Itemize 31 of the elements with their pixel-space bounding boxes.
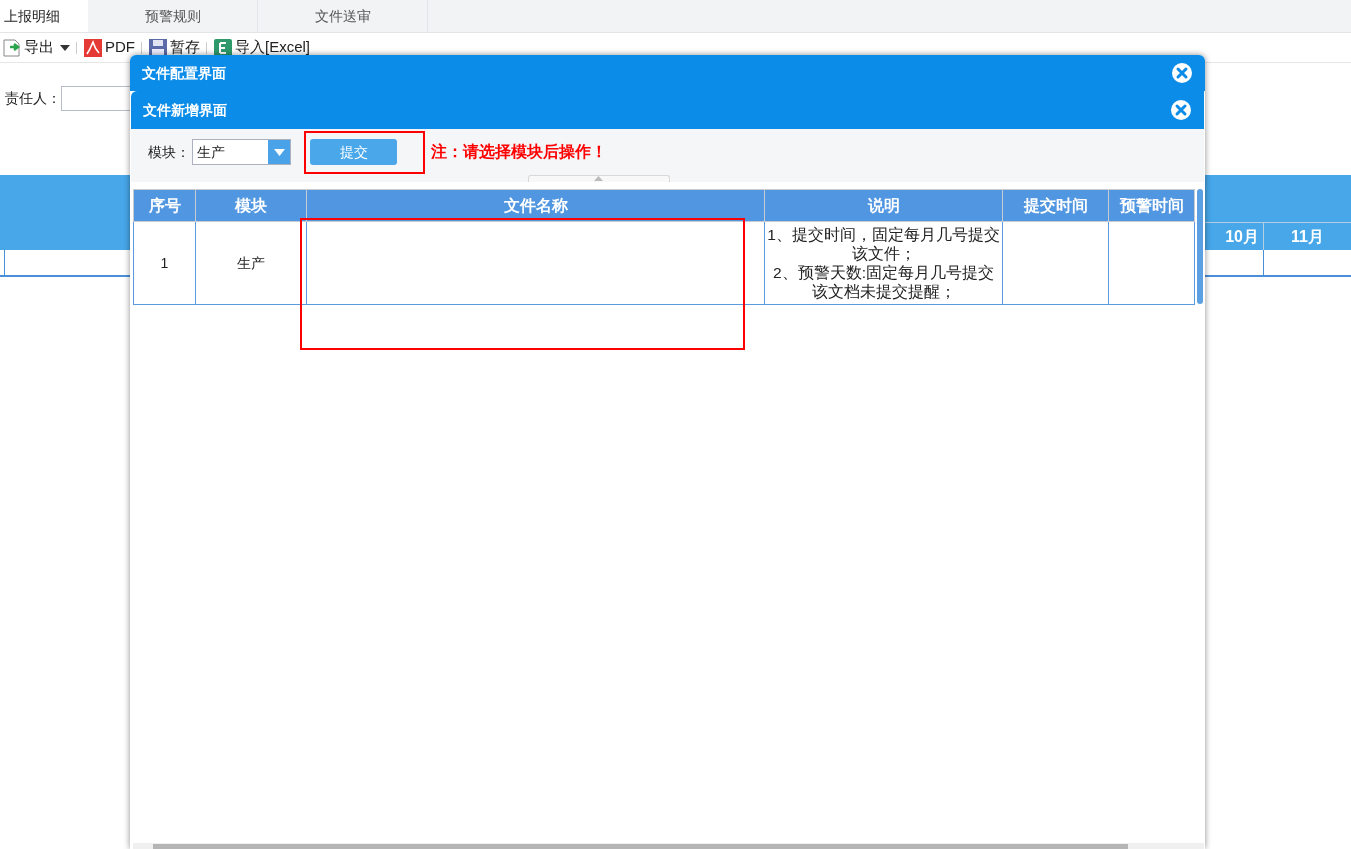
module-select[interactable]: 生产 (192, 139, 291, 165)
close-icon[interactable] (1171, 62, 1193, 84)
caret-up-icon (594, 176, 603, 181)
field-label: 模块： (148, 142, 190, 162)
close-icon[interactable] (1170, 99, 1192, 121)
pdf-icon (83, 37, 103, 58)
toolbar-button[interactable]: 导出 (2, 36, 70, 59)
spreadsheet-icon (213, 37, 233, 58)
scrollbar[interactable] (153, 844, 1128, 849)
table-cell: 1 (133, 221, 196, 305)
toolbar-button[interactable]: PDF (83, 36, 135, 59)
warning-note: 注：请选择模块后操作！ (431, 142, 607, 162)
column-header: 预警时间 (1108, 189, 1195, 222)
column-header: 11月 (1263, 222, 1351, 250)
scrollbar[interactable] (1197, 189, 1203, 304)
description-text: 1、提交时间，固定每月几号提交该文件； (766, 225, 1001, 263)
column-header: 提交时间 (1002, 189, 1109, 222)
column-header: 说明 (764, 189, 1003, 222)
caret-icon (273, 148, 285, 156)
tab[interactable]: 预警规则 (88, 0, 258, 32)
tab[interactable]: 文件送审 (258, 0, 428, 32)
tab[interactable]: 上报明细 (0, 0, 88, 32)
column-header: 序号 (133, 189, 196, 222)
description-text: 2、预警天数:固定每月几号提交该文档未提交提醒； (772, 263, 995, 301)
caret-icon (60, 44, 70, 51)
dialog-title: 文件配置界面 (142, 63, 226, 83)
column-header: 文件名称 (306, 189, 765, 222)
dialog-title: 文件新增界面 (143, 100, 227, 120)
column-header: 模块 (195, 189, 307, 222)
collapse-handle[interactable] (527, 175, 670, 182)
filter-label: 责任人： (5, 88, 61, 108)
